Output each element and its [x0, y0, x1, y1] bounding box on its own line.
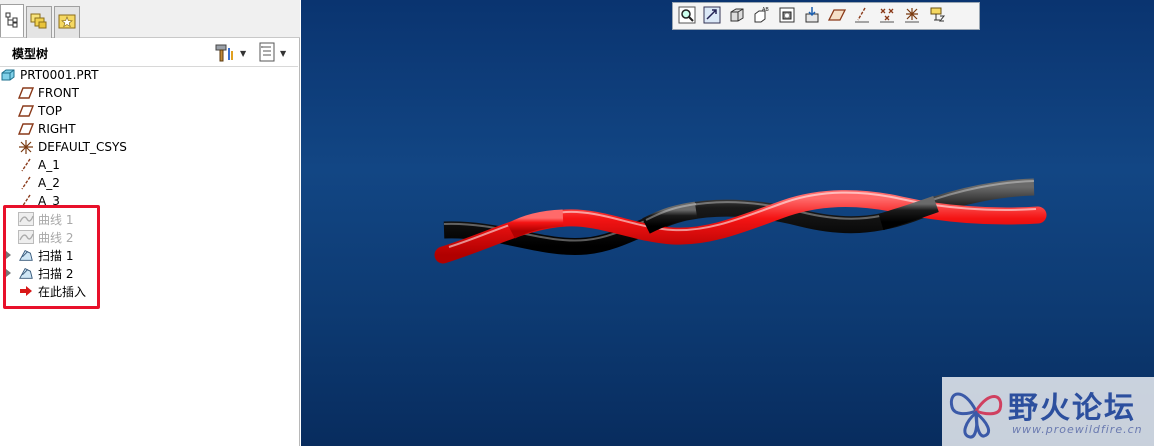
point-display-button[interactable] — [875, 4, 899, 28]
watermark-url: www.proewildfire.cn — [1012, 423, 1143, 436]
show-list-icon — [258, 42, 276, 65]
watermark-title: 野火论坛 — [1008, 391, 1136, 426]
watermark-logo: 野火论坛 www.proewildfire.cn — [942, 377, 1154, 446]
axis-display-button[interactable] — [850, 4, 874, 28]
axis-display-icon — [853, 6, 871, 27]
zoom-window-button[interactable] — [675, 4, 699, 28]
tree-item-sweep-2[interactable]: 扫描 2 — [0, 264, 298, 282]
tree-item-curve-2[interactable]: 曲线 2 — [0, 228, 298, 246]
csys-icon — [18, 139, 34, 155]
spin-center-icon — [803, 6, 821, 27]
refit-button[interactable] — [700, 4, 724, 28]
navigator-panel: 模型树 ▼ ▼ PRT0001.PRT FRONT TOP RIGHT DEFA… — [0, 0, 300, 446]
expand-arrow-icon[interactable] — [6, 269, 11, 277]
favorites-icon — [58, 12, 76, 33]
plane-display-icon — [827, 6, 847, 27]
tree-item-front[interactable]: FRONT — [0, 84, 298, 102]
sweep-icon — [18, 265, 34, 281]
settings-hammer-icon — [214, 42, 236, 65]
tree-item-default-csys[interactable]: DEFAULT_CSYS — [0, 138, 298, 156]
tree-item-a3[interactable]: A_3 — [0, 192, 298, 210]
tab-folder-browser[interactable] — [26, 6, 52, 38]
plane-display-button[interactable] — [825, 4, 849, 28]
tree-item-insert-here[interactable]: 在此插入 — [0, 282, 298, 300]
sweep-icon — [18, 247, 34, 263]
curve-icon — [18, 229, 34, 245]
part-icon — [0, 67, 16, 83]
annotation-display-icon — [928, 6, 946, 27]
datum-plane-icon — [18, 103, 34, 119]
datum-axis-icon — [18, 175, 34, 191]
view-manager-button[interactable] — [775, 4, 799, 28]
datum-axis-icon — [18, 157, 34, 173]
saved-views-button[interactable]: AB — [750, 4, 774, 28]
chevron-down-icon: ▼ — [240, 48, 247, 58]
tree-item-curve-1[interactable]: 曲线 1 — [0, 210, 298, 228]
tree-show-button[interactable]: ▼ — [258, 42, 296, 64]
view-manager-icon — [778, 6, 796, 27]
display-style-icon — [728, 6, 746, 27]
saved-views-icon: AB — [753, 6, 771, 27]
tab-favorites[interactable] — [54, 6, 80, 38]
model-tree-icon — [5, 12, 19, 31]
curve-icon — [18, 211, 34, 227]
display-style-button[interactable] — [725, 4, 749, 28]
csys-display-button[interactable] — [900, 4, 924, 28]
refit-icon — [703, 6, 721, 27]
chevron-down-icon: ▼ — [280, 48, 287, 58]
view-toolbar: AB — [672, 2, 980, 30]
tree-root-label: PRT0001.PRT — [20, 68, 99, 82]
point-display-icon — [878, 6, 896, 27]
folder-browser-icon — [30, 12, 48, 33]
csys-display-icon — [903, 6, 921, 27]
tree-item-a2[interactable]: A_2 — [0, 174, 298, 192]
spin-center-button[interactable] — [800, 4, 824, 28]
model-tree-header: 模型树 ▼ ▼ — [0, 39, 298, 67]
insert-here-arrow-icon — [18, 283, 34, 299]
tree-item-a1[interactable]: A_1 — [0, 156, 298, 174]
datum-plane-icon — [18, 85, 34, 101]
navigator-tab-strip — [0, 0, 300, 38]
tree-item-top[interactable]: TOP — [0, 102, 298, 120]
expand-arrow-icon[interactable] — [6, 251, 11, 259]
zoom-window-icon — [678, 6, 696, 27]
annotation-display-button[interactable] — [925, 4, 949, 28]
butterfly-logo-icon — [946, 381, 1006, 444]
svg-text:AB: AB — [762, 7, 769, 13]
model-tree-title: 模型树 — [12, 47, 49, 61]
tree-root[interactable]: PRT0001.PRT — [0, 66, 298, 84]
tree-settings-button[interactable]: ▼ — [214, 42, 250, 64]
model-tree: PRT0001.PRT FRONT TOP RIGHT DEFAULT_CSYS… — [0, 66, 298, 300]
graphics-viewport[interactable]: AB 野火论坛 www.proewildfire.cn — [301, 0, 1154, 446]
tree-item-right[interactable]: RIGHT — [0, 120, 298, 138]
datum-axis-icon — [18, 193, 34, 209]
tree-item-sweep-1[interactable]: 扫描 1 — [0, 246, 298, 264]
datum-plane-icon — [18, 121, 34, 137]
tab-model-tree[interactable] — [0, 4, 24, 37]
